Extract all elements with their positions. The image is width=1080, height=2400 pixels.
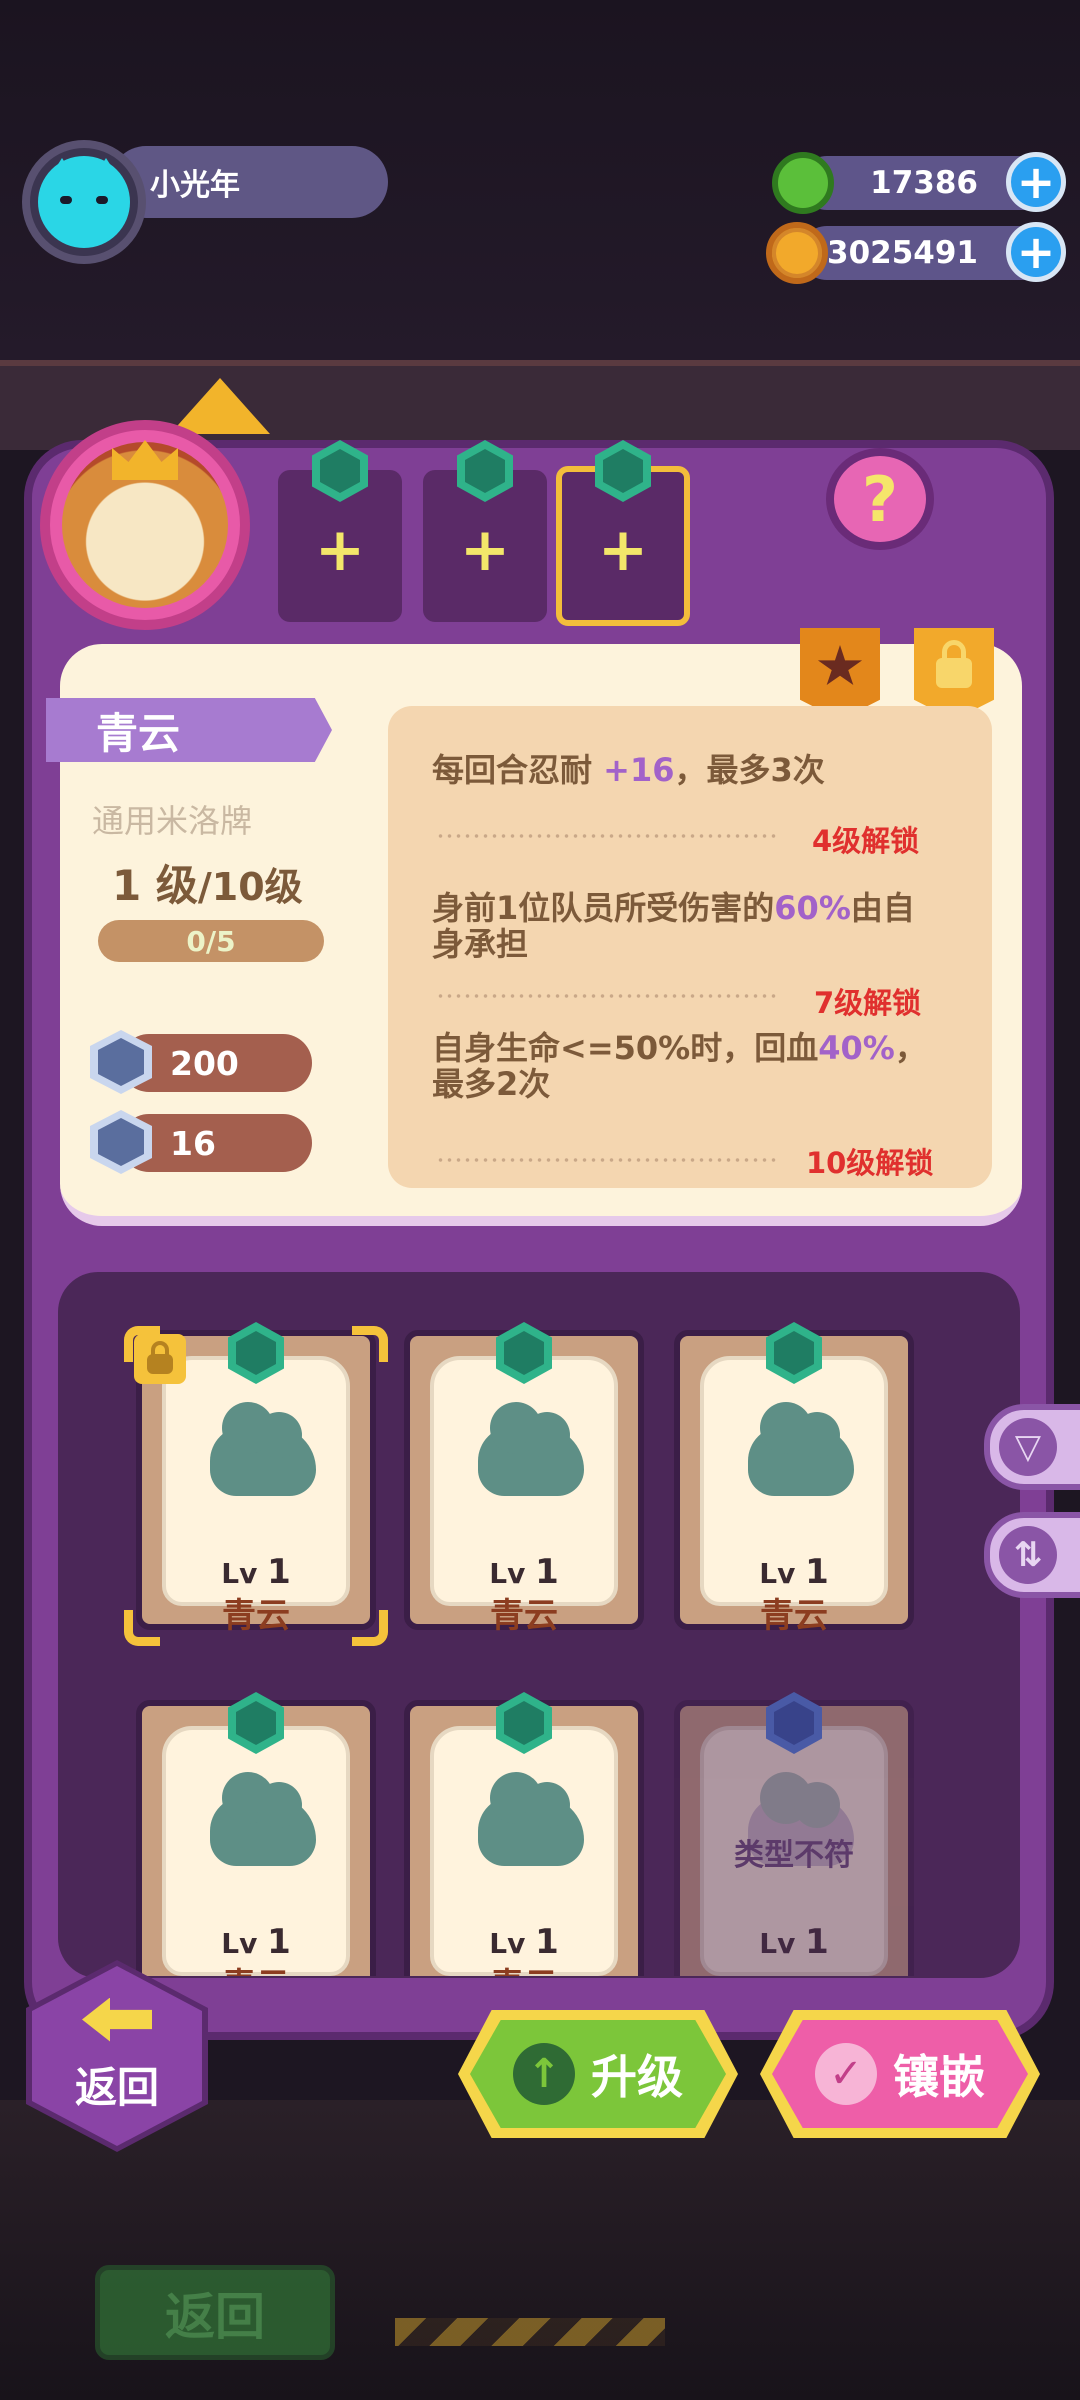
exp-value: 0/5 [186, 924, 236, 958]
card-level-label: Lv 1 [759, 1922, 829, 1962]
player-name-pill[interactable]: 小光年 [110, 146, 388, 218]
upgrade-button-label: 升级 [591, 2050, 683, 2104]
card-name: 青云 [222, 1596, 290, 1636]
card-name: 青云 [490, 1596, 558, 1636]
cat-ear-right [92, 158, 120, 180]
divider-dots [436, 834, 776, 838]
inventory-card-4[interactable]: Lv 1 青云 [136, 1692, 376, 1976]
skill-1-text: 每回合忍耐 +16，最多3次 [432, 751, 825, 789]
skill-3-unlock: 10级解锁 [806, 1146, 934, 1180]
green-gem-coin-icon [772, 152, 834, 214]
sort-icon: ⇅ [999, 1526, 1057, 1584]
card-name: 青云 [142, 1958, 370, 1976]
inlay-button[interactable]: ✓ 镶嵌 [760, 2010, 1040, 2138]
gold-coin-value: 3025491 [827, 235, 978, 271]
gold-planet-coin-icon [766, 222, 828, 284]
type-mismatch-label: 类型不符 [734, 1838, 854, 1873]
star-icon [817, 645, 863, 686]
up-arrow-flag [170, 378, 270, 434]
back-button-label: 返回 [74, 2062, 159, 2112]
card-level-label: Lv 1 [489, 1922, 559, 1962]
filter-icon: ▽ [999, 1418, 1057, 1476]
inlay-button-label: 镶嵌 [893, 2050, 985, 2104]
up-arrow-icon: ↑ [513, 2043, 575, 2105]
cat-eye-right [96, 196, 108, 204]
checkmark-icon: ✓ [815, 2043, 877, 2105]
divider-dots [436, 994, 776, 998]
add-gold-coin-button[interactable]: + [1006, 222, 1066, 282]
background-return-button: 返回 [95, 2265, 335, 2360]
skill-1-unlock: 4级解锁 [812, 824, 920, 858]
card-level-max: /10级 [197, 865, 303, 909]
lock-icon [936, 640, 972, 688]
upgrade-button[interactable]: ↑ 升级 [458, 2010, 738, 2138]
card-level-value: 1 [112, 861, 142, 910]
filter-button[interactable]: ▽ [984, 1404, 1080, 1490]
inventory-card-2[interactable]: Lv 1 青云 [404, 1322, 644, 1636]
selection-corner [124, 1610, 160, 1646]
cloud-emblem-icon [210, 1772, 316, 1866]
card-level-label: Lv 1 [221, 1922, 291, 1962]
back-arrow-icon [82, 1997, 152, 2042]
inventory-card-6-mismatch[interactable]: 类型不符 Lv 1 [674, 1692, 914, 1976]
card-level: 1 级/10级 [112, 852, 303, 913]
selection-corner [352, 1610, 388, 1646]
hazard-stripe [395, 2318, 665, 2346]
skill-2-text: 身前1位队员所受伤害的60%由自身承担 [432, 889, 915, 963]
inventory-row-2: Lv 1 青云 Lv 1 青云 类型不符 Lv 1 [58, 1680, 1020, 1976]
card-name: 青云 [760, 1596, 828, 1636]
cloud-emblem-icon [478, 1772, 584, 1866]
card-level-label: Lv 1 [759, 1552, 829, 1592]
lock-icon [147, 1341, 173, 1374]
slot-1-plus-icon: + [314, 515, 366, 585]
card-lock-badge [134, 1334, 186, 1384]
defense-value: 16 [170, 1123, 216, 1163]
skill-3-text: 自身生命<=50%时，回血40%，最多2次 [432, 1029, 927, 1103]
green-coin-value: 17386 [870, 165, 978, 201]
exp-progress-bar: 0/5 [98, 920, 324, 962]
card-level-label: Lv 1 [489, 1552, 559, 1592]
player-name: 小光年 [150, 168, 240, 203]
card-type: 通用米洛牌 [92, 802, 253, 840]
cloud-emblem-icon [748, 1402, 854, 1496]
cloud-emblem-icon [478, 1402, 584, 1496]
add-green-coin-button[interactable]: + [1006, 152, 1066, 212]
card-level-unit: 级 [155, 861, 198, 910]
sort-button[interactable]: ⇅ [984, 1512, 1080, 1598]
slot-3-plus-icon: + [597, 515, 649, 585]
inventory-card-5[interactable]: Lv 1 青云 [404, 1692, 644, 1976]
card-name-banner: 青云 [46, 698, 332, 762]
cat-ear-left [48, 158, 76, 180]
inventory-card-3[interactable]: Lv 1 青云 [674, 1322, 914, 1636]
selection-corner [352, 1326, 388, 1362]
slot-2-plus-icon: + [459, 515, 511, 585]
cloud-emblem-icon [210, 1402, 316, 1496]
card-level-label: Lv 1 [221, 1552, 291, 1592]
help-button[interactable]: ? [826, 448, 934, 550]
divider-dots [436, 1158, 776, 1162]
cat-eye-left [60, 196, 72, 204]
hp-value: 200 [170, 1043, 239, 1083]
skill-2-unlock: 7级解锁 [814, 986, 922, 1020]
card-name: 青云 [410, 1958, 638, 1976]
card-name: 青云 [96, 708, 181, 758]
